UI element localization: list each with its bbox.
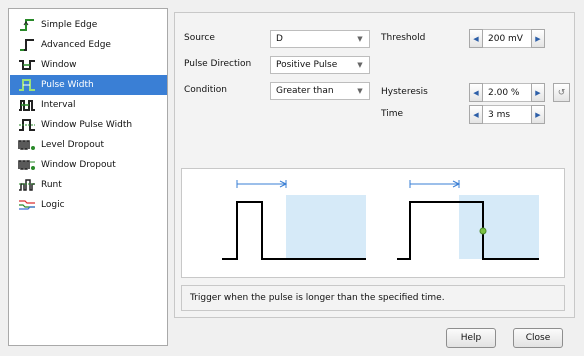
time-value[interactable]: 3 ms	[483, 105, 531, 124]
trigger-item-simple-edge[interactable]: Simple Edge	[10, 15, 167, 35]
trigger-item-window[interactable]: Window	[10, 55, 167, 75]
trigger-item-level-dropout[interactable]: Level Dropout	[10, 135, 167, 155]
pulse-direction-value: Positive Pulse	[276, 60, 338, 70]
chevron-down-icon: ▼	[357, 87, 363, 95]
condition-select[interactable]: Greater than ▼	[270, 82, 370, 100]
condition-value: Greater than	[276, 86, 334, 96]
window-region	[459, 195, 539, 259]
trigger-item-interval[interactable]: Interval	[10, 95, 167, 115]
time-spinner[interactable]: ◀ 3 ms ▶	[469, 105, 545, 124]
time-marker	[236, 180, 288, 188]
pulse-width-icon	[18, 78, 36, 92]
increment-icon[interactable]: ▶	[531, 83, 545, 102]
simple-edge-icon	[18, 18, 36, 32]
trigger-type-list[interactable]: Simple Edge Advanced Edge Window Pulse W…	[8, 8, 168, 346]
decrement-icon[interactable]: ◀	[469, 29, 483, 48]
chevron-down-icon: ▼	[357, 61, 363, 69]
trigger-settings-panel: Source D ▼ Pulse Direction Positive Puls…	[174, 12, 575, 318]
trigger-diagram	[181, 168, 565, 278]
window-region	[286, 195, 366, 259]
level-dropout-icon	[18, 138, 36, 152]
source-label: Source	[184, 33, 215, 43]
interval-icon	[18, 98, 36, 112]
hysteresis-label: Hysteresis	[381, 87, 428, 97]
hysteresis-value[interactable]: 2.00 %	[483, 83, 531, 102]
time-marker	[409, 180, 461, 188]
threshold-value[interactable]: 200 mV	[483, 29, 531, 48]
source-select[interactable]: D ▼	[270, 30, 370, 48]
time-label: Time	[381, 109, 404, 119]
chevron-down-icon: ▼	[357, 35, 363, 43]
trigger-item-label: Simple Edge	[41, 20, 98, 30]
condition-label: Condition	[184, 85, 227, 95]
trigger-item-label: Logic	[41, 200, 65, 210]
reset-hysteresis-icon[interactable]: ↺	[553, 83, 570, 102]
decrement-icon[interactable]: ◀	[469, 83, 483, 102]
trigger-item-label: Advanced Edge	[41, 40, 111, 50]
trigger-item-runt[interactable]: Runt	[10, 175, 167, 195]
logic-icon	[18, 198, 36, 212]
window-icon	[18, 58, 36, 72]
threshold-label: Threshold	[381, 33, 426, 43]
description-text: Trigger when the pulse is longer than th…	[190, 293, 445, 303]
decrement-icon[interactable]: ◀	[469, 105, 483, 124]
trigger-item-label: Interval	[41, 100, 76, 110]
trigger-item-label: Level Dropout	[41, 140, 105, 150]
trigger-item-label: Window Pulse Width	[41, 120, 133, 130]
window-dropout-icon	[18, 158, 36, 172]
trigger-item-advanced-edge[interactable]: Advanced Edge	[10, 35, 167, 55]
pulse-direction-label: Pulse Direction	[184, 59, 252, 69]
trigger-item-label: Pulse Width	[41, 80, 94, 90]
trigger-item-window-dropout[interactable]: Window Dropout	[10, 155, 167, 175]
pulse-direction-select[interactable]: Positive Pulse ▼	[270, 56, 370, 74]
trigger-item-pulse-width[interactable]: Pulse Width	[10, 75, 167, 95]
increment-icon[interactable]: ▶	[531, 105, 545, 124]
hysteresis-spinner[interactable]: ◀ 2.00 % ▶	[469, 83, 545, 102]
threshold-spinner[interactable]: ◀ 200 mV ▶	[469, 29, 545, 48]
trigger-item-window-pulse-width[interactable]: Window Pulse Width	[10, 115, 167, 135]
trigger-point	[479, 227, 487, 235]
advanced-edge-icon	[18, 38, 36, 52]
trigger-item-label: Window	[41, 60, 77, 70]
close-button[interactable]: Close	[513, 328, 563, 348]
trigger-item-logic[interactable]: Logic	[10, 195, 167, 215]
source-value: D	[276, 34, 283, 44]
trigger-item-label: Window Dropout	[41, 160, 116, 170]
runt-icon	[18, 178, 36, 192]
help-button[interactable]: Help	[446, 328, 496, 348]
trigger-item-label: Runt	[41, 180, 62, 190]
increment-icon[interactable]: ▶	[531, 29, 545, 48]
trigger-description: Trigger when the pulse is longer than th…	[181, 285, 565, 311]
window-pulse-width-icon	[18, 118, 36, 132]
